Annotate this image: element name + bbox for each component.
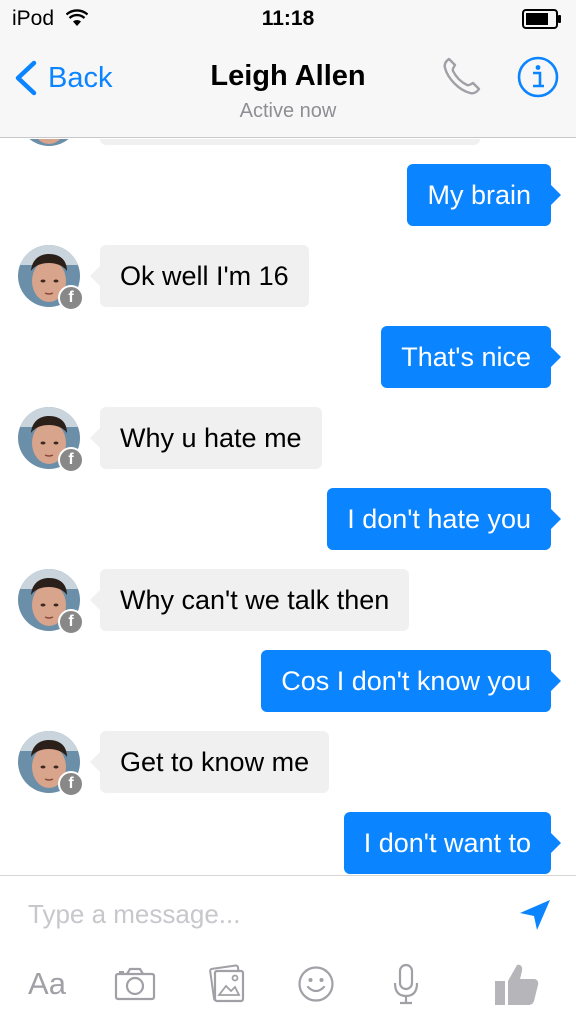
facebook-icon: f — [58, 447, 84, 473]
message-bubble-outgoing[interactable]: That's nice — [381, 326, 561, 388]
avatar-partial — [18, 139, 80, 146]
message-thread[interactable]: My brain f Ok well I'm 16 That's nice f … — [0, 139, 576, 875]
message-bubble-incoming[interactable]: Ok well I'm 16 — [90, 245, 309, 307]
camera-button[interactable] — [112, 954, 158, 1014]
message-bubble-incoming[interactable]: Get to know me — [89, 731, 330, 793]
avatar[interactable]: f — [18, 569, 84, 635]
message-bubble-outgoing[interactable]: Cos I don't know you — [261, 650, 561, 712]
message-bubble-outgoing[interactable]: My brain — [407, 164, 561, 226]
photo-gallery-button[interactable] — [204, 954, 250, 1014]
phone-icon[interactable] — [440, 54, 484, 98]
message-bubble-incoming[interactable]: Why can't we talk then — [89, 569, 410, 631]
message-bubble-outgoing[interactable]: I don't want to — [343, 812, 562, 874]
message-input[interactable] — [28, 894, 498, 934]
emoji-button[interactable] — [296, 954, 336, 1014]
battery-icon — [522, 9, 561, 29]
avatar[interactable]: f — [18, 731, 84, 797]
microphone-icon — [393, 963, 419, 1005]
facebook-icon: f — [58, 285, 84, 311]
send-icon[interactable] — [518, 898, 552, 932]
avatar[interactable]: f — [18, 407, 84, 473]
camera-icon — [114, 967, 156, 1001]
text-format-button[interactable]: Aa — [24, 954, 70, 1014]
status-time: 11:18 — [261, 7, 315, 30]
composer-toolbar: Aa — [0, 954, 576, 1014]
photo-gallery-icon — [209, 964, 245, 1003]
like-button[interactable] — [492, 954, 540, 1014]
voice-button[interactable] — [390, 954, 422, 1014]
smiley-icon — [298, 966, 334, 1002]
info-icon[interactable] — [516, 55, 560, 99]
message-bubble-incoming[interactable]: Why u hate me — [90, 407, 322, 469]
contact-name[interactable]: Leigh Allen — [0, 60, 576, 93]
status-bar: iPod 11:18 — [0, 0, 576, 38]
contact-status: Active now — [239, 100, 337, 122]
message-bubble-partial — [100, 139, 480, 145]
message-bubble-outgoing[interactable]: I don't hate you — [327, 488, 561, 550]
message-composer: Aa — [0, 875, 576, 1024]
facebook-icon: f — [58, 771, 84, 797]
avatar[interactable]: f — [18, 245, 84, 311]
thumbs-up-icon — [495, 964, 539, 1005]
conversation-header: Back Leigh Allen Active now — [0, 38, 576, 138]
facebook-icon: f — [58, 609, 84, 635]
